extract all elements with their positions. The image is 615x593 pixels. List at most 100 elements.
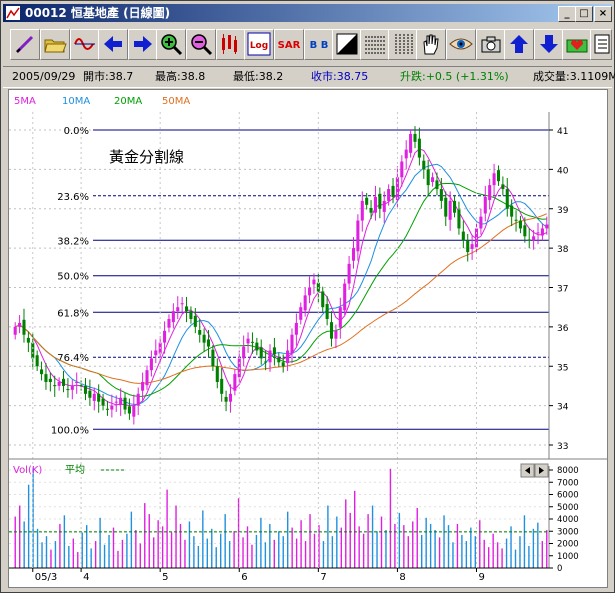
contrast-button[interactable] xyxy=(332,29,362,60)
candle-body xyxy=(545,224,549,229)
bollinger-button[interactable]: B B xyxy=(304,29,334,60)
candle-body xyxy=(426,169,430,186)
zoom-out-button[interactable] xyxy=(186,29,216,60)
candle-body xyxy=(360,200,364,221)
candle-body xyxy=(439,189,443,201)
candle-body xyxy=(163,330,167,343)
candle-body xyxy=(136,393,140,406)
zoom-out-icon xyxy=(191,34,213,56)
chart-app-icon xyxy=(6,6,20,20)
log-scale-button[interactable]: Log xyxy=(244,29,274,60)
candle-body xyxy=(382,200,386,212)
candle-body xyxy=(145,370,149,386)
price-tick-label: 33 xyxy=(557,442,568,452)
eye-icon xyxy=(449,38,473,50)
scroll-up-button[interactable] xyxy=(504,29,534,60)
scroll-right-button[interactable] xyxy=(128,29,158,60)
candle-body xyxy=(215,366,219,382)
candle-body xyxy=(483,196,487,214)
quote-date: 2005/09/29 xyxy=(12,70,76,83)
volume-scroll-right[interactable] xyxy=(534,463,549,478)
favorite-button[interactable] xyxy=(562,29,592,60)
volume-tick-label: 5000 xyxy=(557,503,579,513)
candle-body xyxy=(457,209,461,229)
minimize-button[interactable]: _ xyxy=(558,6,576,22)
date-tick-label: 05/3 xyxy=(35,572,57,583)
candle-body xyxy=(233,374,237,391)
candle-body xyxy=(246,338,250,344)
notes-button[interactable] xyxy=(590,29,612,60)
candle-body xyxy=(26,337,30,343)
candle-body xyxy=(303,295,307,311)
volume-tick-label: 3000 xyxy=(557,527,579,537)
candle-body xyxy=(365,197,369,205)
quote-change: 升跌:+0.5 (+1.31%) xyxy=(400,70,509,83)
candle-body xyxy=(202,334,206,343)
chart-canvas[interactable]: 0.0% 23.6% 38.2% 50.0% 61.8% 76.4% 100.0% 33 34… xyxy=(9,90,607,587)
title-bar[interactable]: 00012 恒基地產 (日線圖) _ □ × xyxy=(3,4,612,22)
fib-label: 100.0% xyxy=(51,425,89,436)
date-axis: 05/3 4 5 6 7 8 9 xyxy=(9,112,549,583)
candle-body xyxy=(470,244,474,249)
candle-body xyxy=(44,374,48,382)
price-tick-label: 34 xyxy=(557,403,569,413)
fib-label: 0.0% xyxy=(64,126,89,137)
candle-body xyxy=(101,398,105,406)
date-tick-label: 5 xyxy=(162,572,168,583)
candle-body xyxy=(31,342,35,359)
legend-5ma: 5MA xyxy=(14,96,36,107)
vertical-grid-button[interactable] xyxy=(388,29,418,60)
pen-tool-button[interactable] xyxy=(10,29,40,60)
zoom-in-button[interactable] xyxy=(156,29,186,60)
legend-20ma: 20MA xyxy=(114,96,142,107)
indicator-button[interactable] xyxy=(70,29,100,60)
arrow-down-icon xyxy=(540,35,558,53)
candle-body xyxy=(57,382,61,386)
annotation-text: 黃金分割線 xyxy=(109,148,184,166)
volume-legend: Vol(K) xyxy=(13,465,42,476)
candle-body xyxy=(294,322,298,335)
candle-body xyxy=(536,232,540,234)
candle-body xyxy=(193,315,197,327)
sar-button[interactable]: SAR xyxy=(274,29,304,60)
log-icon: Log xyxy=(247,32,271,56)
candle-body xyxy=(373,196,377,213)
candle-body xyxy=(325,304,329,319)
view-button[interactable] xyxy=(446,29,476,60)
volume-tick-label: 6000 xyxy=(557,491,579,501)
candle-body xyxy=(343,283,347,311)
hand-button[interactable] xyxy=(416,29,446,60)
arrow-up-icon xyxy=(510,35,528,53)
candle-body xyxy=(281,362,285,367)
candle-body xyxy=(299,307,303,320)
date-tick-label: 8 xyxy=(399,572,405,583)
snapshot-button[interactable] xyxy=(476,29,506,60)
candle-body xyxy=(453,200,457,213)
close-button[interactable]: × xyxy=(594,6,612,22)
candle-body xyxy=(496,170,501,182)
open-button[interactable] xyxy=(40,29,70,60)
candle-body xyxy=(501,184,505,190)
candle-body xyxy=(228,393,233,402)
candle-body xyxy=(400,161,404,178)
scroll-down-button[interactable] xyxy=(534,29,564,60)
arrow-left-icon xyxy=(104,36,122,52)
candle-body xyxy=(290,334,294,354)
candlestick-button[interactable] xyxy=(216,29,246,60)
candle-body xyxy=(378,193,382,209)
volume-tick-label: 0 xyxy=(557,564,562,574)
candle-body xyxy=(171,311,175,323)
quote-low: 最低:38.2 xyxy=(233,70,284,83)
camera-icon xyxy=(481,36,501,53)
candle-body xyxy=(114,401,118,403)
chart-panel[interactable]: 0.0% 23.6% 38.2% 50.0% 61.8% 76.4% 100.0% 33 34… xyxy=(8,89,608,588)
horizontal-grid-button[interactable] xyxy=(360,29,390,60)
scroll-left-button[interactable] xyxy=(98,29,128,60)
candle-body xyxy=(242,346,246,359)
bb-icon: B B xyxy=(310,40,329,51)
volume-scroll-left[interactable] xyxy=(520,463,535,478)
maximize-button[interactable]: □ xyxy=(575,6,593,22)
candle-body xyxy=(312,279,316,285)
candle-body xyxy=(514,219,518,221)
candle-body xyxy=(18,322,22,327)
